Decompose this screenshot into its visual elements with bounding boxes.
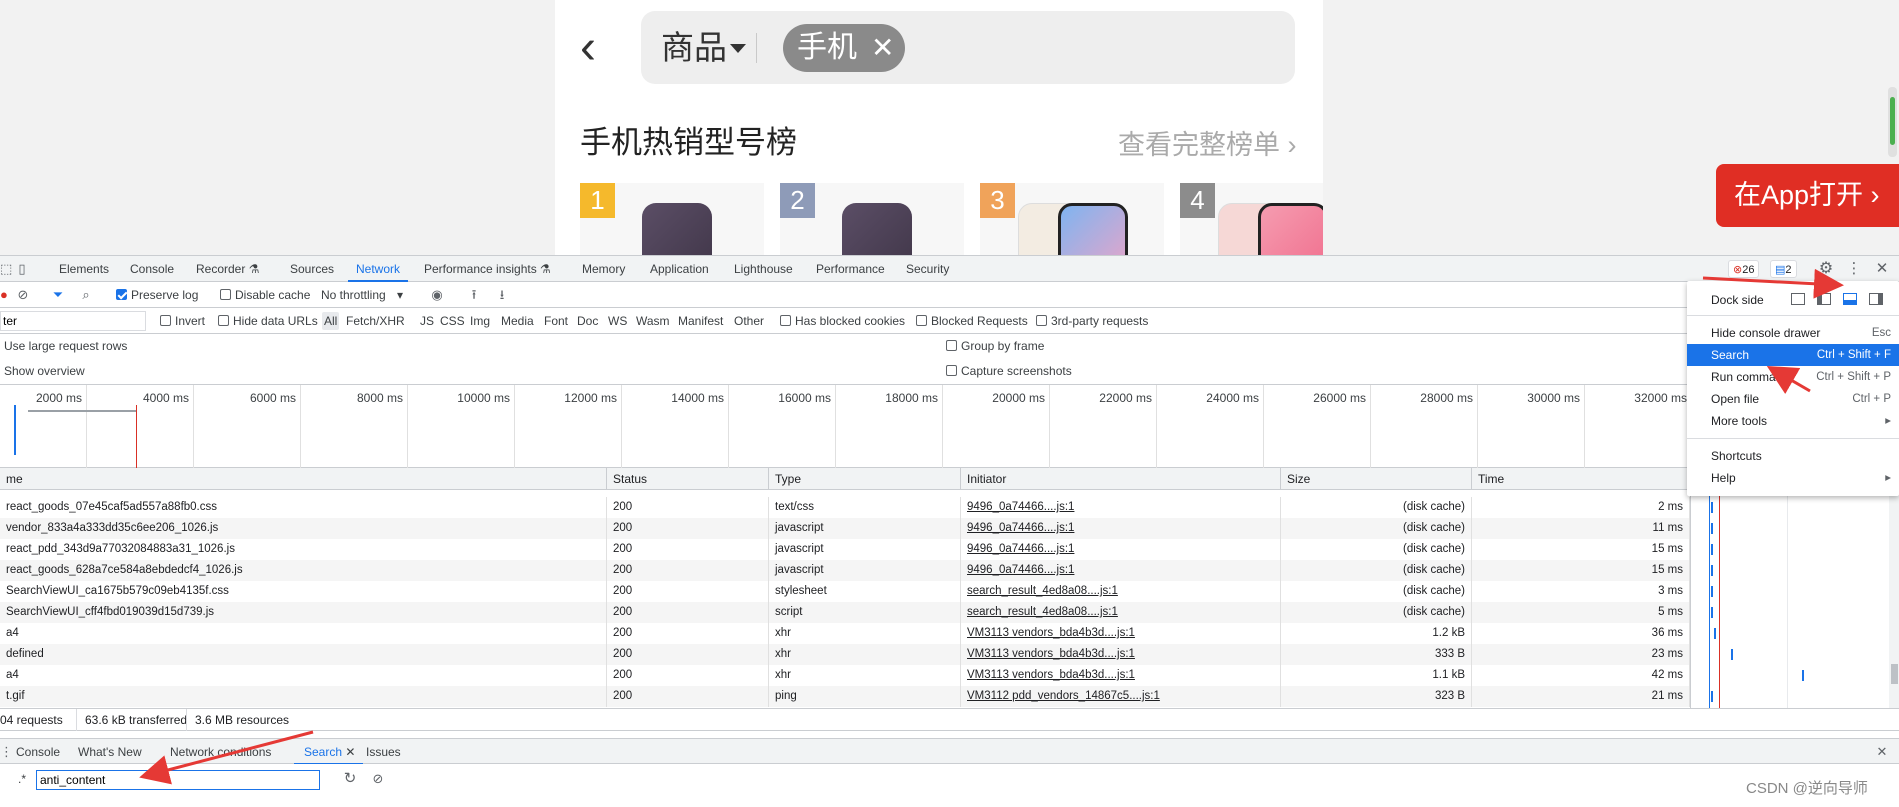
arrow-to-search-input bbox=[139, 730, 314, 785]
annotation-arrows bbox=[139, 268, 1844, 785]
watermark: CSDN @逆向导师 bbox=[1746, 780, 1868, 797]
arrow-to-search-item bbox=[1766, 365, 1811, 395]
arrow-to-menu-icon bbox=[1702, 268, 1844, 299]
